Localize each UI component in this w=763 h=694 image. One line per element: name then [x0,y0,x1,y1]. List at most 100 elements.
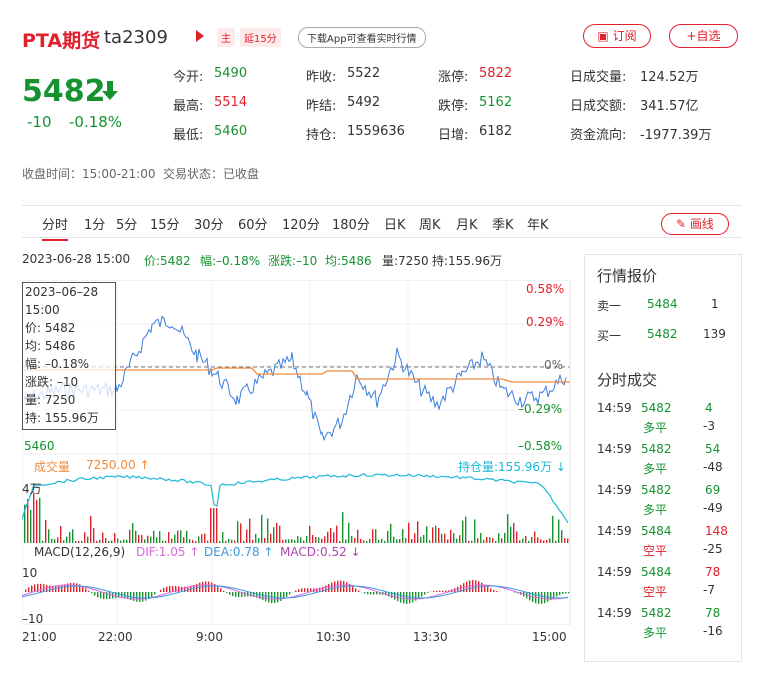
volume-bar [210,508,212,543]
volume-bar [336,525,338,543]
volume-bar [516,531,518,543]
add-watchlist-button[interactable]: +自选 [669,24,738,48]
draw-line-button[interactable]: ✎ 画线 [661,213,729,235]
stat-label: 跌停: [438,99,469,114]
macd-bar [160,589,162,592]
volume-bar [381,538,383,543]
tab-period[interactable]: 60分 [238,214,268,233]
trade-oi-change: -7 [703,583,715,597]
trade-oi-change: -16 [703,624,723,638]
macd-bar [238,592,240,598]
volume-bar [84,532,86,543]
volume-bar [324,536,326,543]
macd-bar [298,589,300,592]
stat-value: 341.57亿 [640,99,699,114]
volume-bar [261,514,263,543]
stat-value: 124.52万 [640,70,699,85]
tab-period[interactable]: 分时 [42,214,69,241]
tab-period[interactable]: 180分 [332,214,370,233]
volume-bar [399,539,401,543]
volume-bar [162,540,164,543]
trade-time: 14:59 [597,524,632,538]
macd-bar [376,592,378,595]
tab-period[interactable]: 年K [527,214,549,233]
price-change: -10 [27,113,52,131]
volume-bar [282,539,284,543]
macd-bar [487,586,489,592]
play-icon[interactable] [196,30,204,42]
volume-bar [144,539,146,543]
volume-bar [249,518,251,543]
trade-volume: 148 [705,524,728,538]
volume-bar [189,539,191,543]
volume-bar [54,539,56,543]
stat-label: 日成交量: [570,70,627,85]
trade-type: 多平 [643,421,668,435]
pen-icon: ✎ [676,217,690,231]
macd-bar [544,592,546,604]
volume-bar [423,535,425,543]
open-interest-line [22,472,569,524]
macd-bar [295,590,297,592]
volume-bar [348,522,350,543]
volume-bar [363,540,365,543]
volume-bar [123,539,125,543]
macd-bar [73,582,75,592]
tab-period[interactable]: 120分 [282,214,320,233]
volume-bar [81,540,83,543]
period-tabs: 分时 1分 5分 15分 30分 60分 120分 180分 日K 周K 月K 季K 年K ✎ 画线 [22,205,742,241]
status-price: 价:5482 [144,254,191,268]
tab-period[interactable]: 季K [492,214,514,233]
volume-bar [315,537,317,543]
volume-bar [360,539,362,543]
volume-bar [234,540,236,543]
macd-bar [88,590,90,592]
tab-period[interactable]: 月K [456,214,478,233]
macd-bar [337,580,339,592]
tab-period[interactable]: 周K [419,214,441,233]
macd-bar [364,592,366,594]
macd-bar [91,592,93,594]
tab-period[interactable]: 1分 [84,214,105,233]
trade-volume: 78 [705,565,721,579]
trade-volume: 4 [705,401,713,415]
calendar-icon: ▣ [597,29,613,43]
volume-bar [465,516,467,543]
instrument-name: PTA期货 [22,30,101,52]
volume-bar [504,532,506,543]
volume-bar [420,536,422,543]
volume-bar [558,519,560,543]
volume-bar [36,499,38,543]
macd-bar [70,582,72,592]
macd-bar [514,592,516,593]
tab-period[interactable]: 5分 [116,214,137,233]
volume-bar [135,530,137,543]
trade-type: 空平 [643,585,668,599]
volume-bar [339,540,341,543]
tab-period[interactable]: 日K [384,214,406,233]
tab-period[interactable]: 30分 [194,214,224,233]
macd-bar [490,588,492,592]
crosshair-tooltip: 2023–06–28 15:00 价: 5482 均: 5486 幅: –0.1… [22,282,116,430]
stat-label: 最高: [173,99,204,114]
volume-bar [564,538,566,543]
subscribe-button[interactable]: ▣ 订阅 [583,24,651,48]
macd-bar [496,591,498,592]
download-app-link[interactable]: 下载App可查看实时行情 [298,27,426,48]
volume-bar [159,531,161,543]
ask-label: 卖一 [597,299,622,313]
market-panel: 行情报价 卖一 5484 1 买一 5482 139 分时成交 14:59 548… [584,254,742,662]
macd-bar [139,592,141,602]
macd-bar [109,592,111,599]
volume-bar [168,531,170,543]
stat-label: 今开: [173,70,204,85]
volume-bar [372,529,374,543]
status-chg: 涨跌:–10 [268,254,318,268]
status-oi: 持:155.96万 [432,254,503,268]
volume-bar [417,521,419,543]
stat-value: 5460 [214,124,248,139]
volume-bar [543,540,545,543]
trade-price: 5482 [641,483,672,497]
tab-period[interactable]: 15分 [150,214,180,233]
volume-bar [369,538,371,543]
